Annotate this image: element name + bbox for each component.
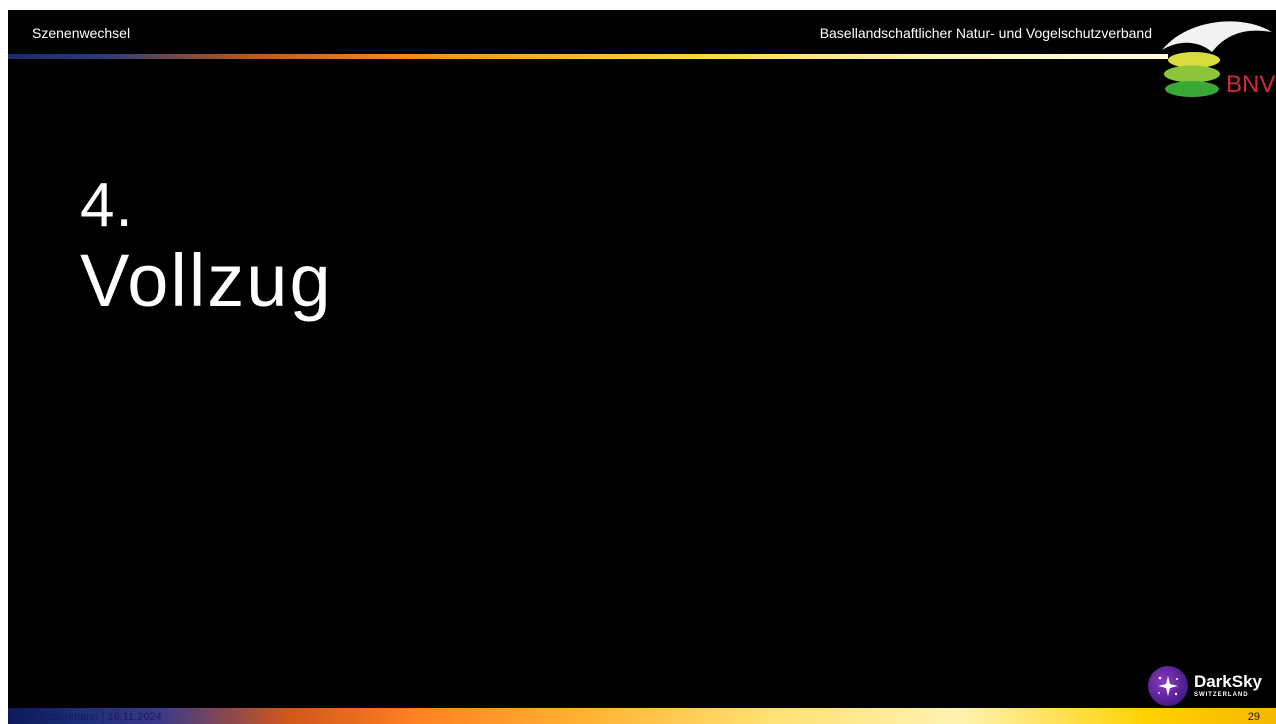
darksky-name: DarkSky	[1193, 672, 1262, 691]
presentation-slide: Szenenwechsel Basellandschaftlicher Natu…	[8, 10, 1276, 724]
slide-number-heading: 4.	[80, 171, 134, 240]
section-label: Szenenwechsel	[32, 25, 131, 41]
slide-title: Vollzug	[80, 239, 333, 322]
darksky-subtitle: SWITZERLAND	[1193, 692, 1249, 698]
darksky-star-badge-icon	[1147, 666, 1188, 706]
bnv-logo-text: BNV	[1226, 71, 1275, 98]
header-gradient-bar	[8, 54, 1168, 59]
organization-name: Basellandschaftlicher Natur- und Vogelsc…	[819, 25, 1152, 41]
page-number: 29	[1247, 711, 1260, 723]
footer-gradient-bar	[8, 708, 1276, 724]
bnv-logo: BNV	[1148, 12, 1276, 108]
footer-copyright: © Bodenmann | 16.11.2024	[28, 711, 162, 723]
bnv-bird-leaves-logo-icon: BNV	[1162, 21, 1275, 98]
darksky-logo: DarkSky SWITZERLAND	[1147, 666, 1262, 706]
